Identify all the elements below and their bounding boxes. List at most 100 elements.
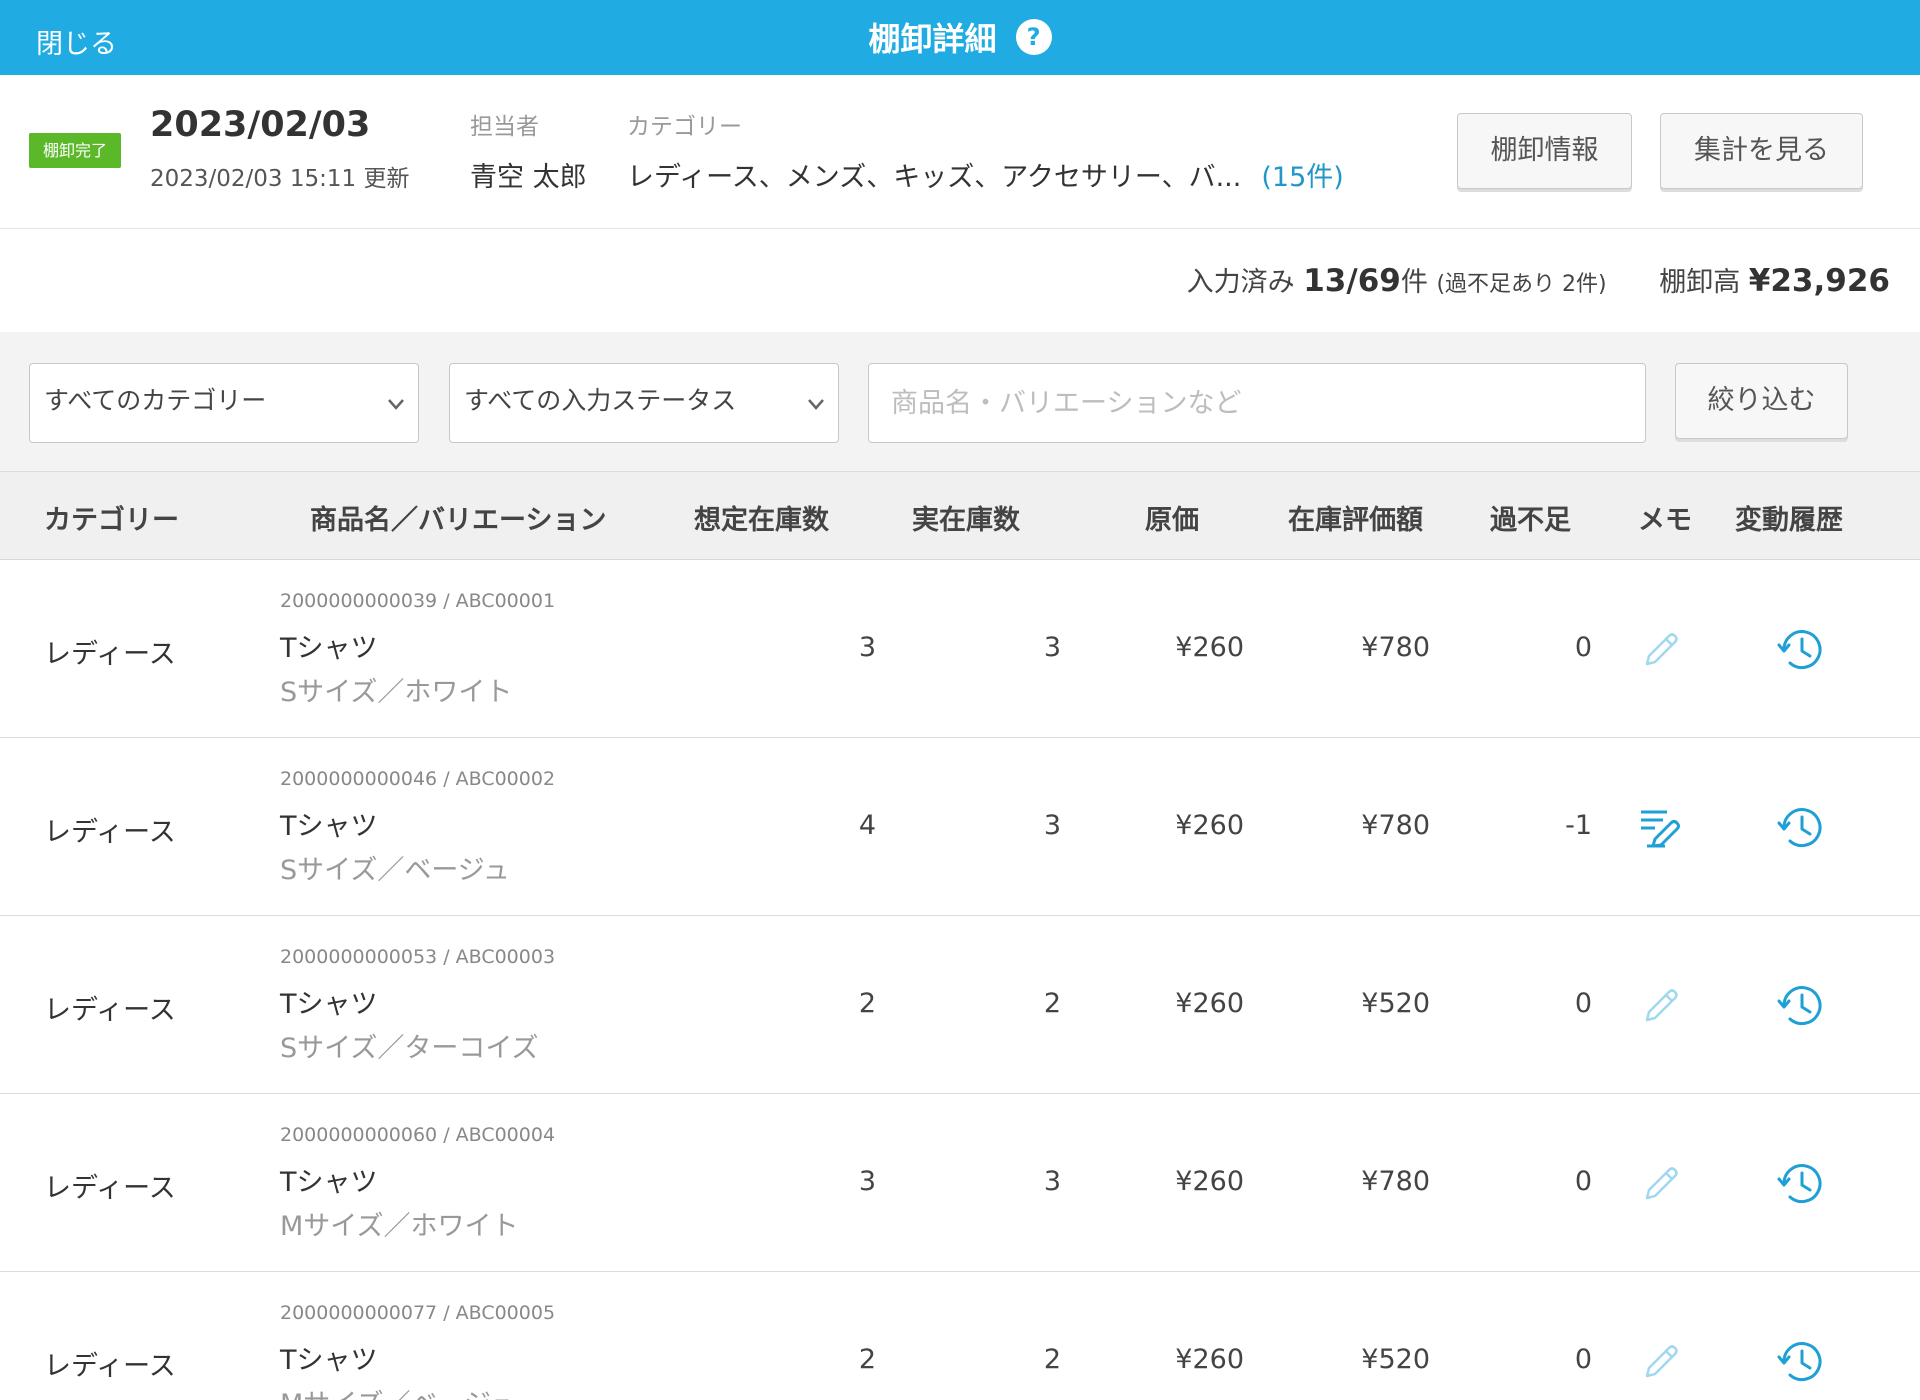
table-row: レディース 2000000000039 / ABC00001 Tシャツ Sサイズ／ホワ… (0, 560, 1920, 738)
table-row: レディース 2000000000046 / ABC00002 Tシャツ Sサイズ／ベー… (0, 738, 1920, 916)
row-expected-stock: 3 (858, 1166, 876, 1197)
row-category: レディース (44, 1173, 176, 1204)
updated-timestamp: 2023/02/03 15:11 更新 (150, 166, 410, 192)
row-cost: ¥260 (1175, 810, 1244, 841)
row-category: レディース (44, 995, 176, 1026)
summary-text: 入力済み 13/69件 (過不足あり 2件) 棚卸高 ¥23,926 (1187, 260, 1890, 299)
row-product-code: 2000000000060 / ABC00004 (280, 1124, 556, 1146)
row-actual-stock: 2 (1043, 988, 1061, 1019)
row-variant: Mサイズ／ベージュ (280, 1382, 516, 1400)
inventory-info-header: 棚卸完了 2023/02/03 2023/02/03 15:11 更新 担当者 … (0, 75, 1920, 229)
status-select[interactable]: すべての入力ステータス (449, 363, 839, 443)
filter-button[interactable]: 絞り込む (1675, 363, 1848, 439)
chevron-down-icon (808, 399, 824, 410)
row-stock-value: ¥780 (1361, 632, 1430, 663)
row-category: レディース (44, 1351, 176, 1382)
entered-label: 入力済み (1186, 267, 1295, 298)
pencil-icon[interactable] (1637, 626, 1685, 674)
row-product-code: 2000000000039 / ABC00001 (280, 590, 556, 612)
title-wrap: 棚卸詳細 ? (0, 14, 1920, 60)
row-category: レディース (44, 817, 176, 848)
row-stock-value: ¥780 (1361, 810, 1430, 841)
row-variant: Mサイズ／ホワイト (280, 1211, 519, 1242)
history-clock-icon[interactable] (1776, 624, 1828, 676)
row-variant: Sサイズ／ホワイト (280, 677, 513, 708)
shortage-note: (過不足あり 2件) (1436, 272, 1607, 297)
row-difference: 0 (1574, 632, 1592, 663)
row-cost: ¥260 (1175, 632, 1244, 663)
category-select-value: すべてのカテゴリー (44, 386, 267, 415)
filter-bar: すべてのカテゴリー すべての入力ステータス 絞り込む (0, 332, 1920, 472)
column-header-actual-stock: 実在庫数 (912, 505, 1020, 536)
row-product-name: Tシャツ (280, 1167, 378, 1198)
table-row: レディース 2000000000060 / ABC00004 Tシャツ Mサイズ／ホワ… (0, 1094, 1920, 1272)
search-input[interactable] (868, 363, 1646, 443)
row-expected-stock: 2 (858, 988, 876, 1019)
status-badge: 棚卸完了 (29, 133, 121, 168)
row-expected-stock: 4 (858, 810, 876, 841)
row-product-name: Tシャツ (280, 633, 378, 664)
category-names: レディース、メンズ、キッズ、アクセサリー、バ... (627, 162, 1242, 193)
category-select[interactable]: すべてのカテゴリー (29, 363, 419, 443)
history-clock-icon[interactable] (1776, 980, 1828, 1032)
row-product-code: 2000000000077 / ABC00005 (280, 1302, 556, 1324)
table-header: カテゴリー 商品名／バリエーション 想定在庫数 実在庫数 原価 在庫評価額 過不… (0, 472, 1920, 560)
category-label: カテゴリー (627, 114, 742, 140)
view-summary-button[interactable]: 集計を見る (1660, 113, 1863, 189)
help-icon[interactable]: ? (1015, 19, 1052, 55)
inventory-date: 2023/02/03 (150, 105, 371, 145)
row-difference: 0 (1574, 1344, 1592, 1375)
memo-pencil-icon[interactable] (1637, 804, 1685, 852)
row-cost: ¥260 (1175, 1344, 1244, 1375)
row-expected-stock: 2 (858, 1344, 876, 1375)
table-body: レディース 2000000000039 / ABC00001 Tシャツ Sサイズ／ホワ… (0, 560, 1920, 1400)
row-variant: Sサイズ／ターコイズ (280, 1033, 539, 1064)
history-clock-icon[interactable] (1776, 1158, 1828, 1210)
category-count-link[interactable]: (15件) (1261, 162, 1343, 193)
row-stock-value: ¥520 (1361, 988, 1430, 1019)
column-header-category: カテゴリー (44, 505, 179, 536)
column-header-history: 変動履歴 (1735, 505, 1843, 536)
column-header-memo: メモ (1638, 505, 1692, 536)
row-difference: 0 (1574, 1166, 1592, 1197)
status-select-value: すべての入力ステータス (464, 386, 737, 415)
pencil-icon[interactable] (1637, 982, 1685, 1030)
row-product-name: Tシャツ (280, 989, 378, 1020)
row-difference: 0 (1574, 988, 1592, 1019)
row-actual-stock: 3 (1043, 1166, 1061, 1197)
stock-label: 棚卸高 (1659, 267, 1741, 298)
row-variant: Sサイズ／ベージュ (280, 855, 510, 886)
history-clock-icon[interactable] (1776, 802, 1828, 854)
chevron-down-icon (388, 399, 404, 410)
column-header-product: 商品名／バリエーション (310, 505, 607, 536)
row-product-name: Tシャツ (280, 811, 378, 842)
history-clock-icon[interactable] (1776, 1336, 1828, 1388)
row-expected-stock: 3 (858, 632, 876, 663)
table-row: レディース 2000000000053 / ABC00003 Tシャツ Sサイズ／ター… (0, 916, 1920, 1094)
row-product-name: Tシャツ (280, 1345, 378, 1376)
row-actual-stock: 3 (1043, 810, 1061, 841)
pencil-icon[interactable] (1637, 1338, 1685, 1386)
table-row: レディース 2000000000077 / ABC00005 Tシャツ Mサイズ／ベー… (0, 1272, 1920, 1400)
row-actual-stock: 3 (1043, 632, 1061, 663)
row-stock-value: ¥520 (1361, 1344, 1430, 1375)
row-cost: ¥260 (1175, 1166, 1244, 1197)
inventory-info-button[interactable]: 棚卸情報 (1457, 113, 1632, 189)
row-product-code: 2000000000046 / ABC00002 (280, 768, 556, 790)
assignee-label: 担当者 (470, 114, 539, 140)
row-product-code: 2000000000053 / ABC00003 (280, 946, 556, 968)
stock-value: ¥23,926 (1748, 263, 1890, 299)
row-category: レディース (44, 639, 176, 670)
summary-bar: 入力済み 13/69件 (過不足あり 2件) 棚卸高 ¥23,926 (0, 229, 1920, 332)
row-cost: ¥260 (1175, 988, 1244, 1019)
entered-unit: 件 (1400, 267, 1428, 298)
column-header-cost: 原価 (1145, 505, 1199, 536)
assignee-name: 青空 太郎 (470, 162, 587, 193)
pencil-icon[interactable] (1637, 1160, 1685, 1208)
row-difference: -1 (1565, 810, 1592, 841)
entered-value: 13/69 (1303, 263, 1401, 299)
column-header-expected-stock: 想定在庫数 (694, 505, 829, 536)
row-actual-stock: 2 (1043, 1344, 1061, 1375)
category-list: レディース、メンズ、キッズ、アクセサリー、バ... (15件) (627, 155, 1344, 194)
column-header-stock-value: 在庫評価額 (1288, 505, 1423, 536)
